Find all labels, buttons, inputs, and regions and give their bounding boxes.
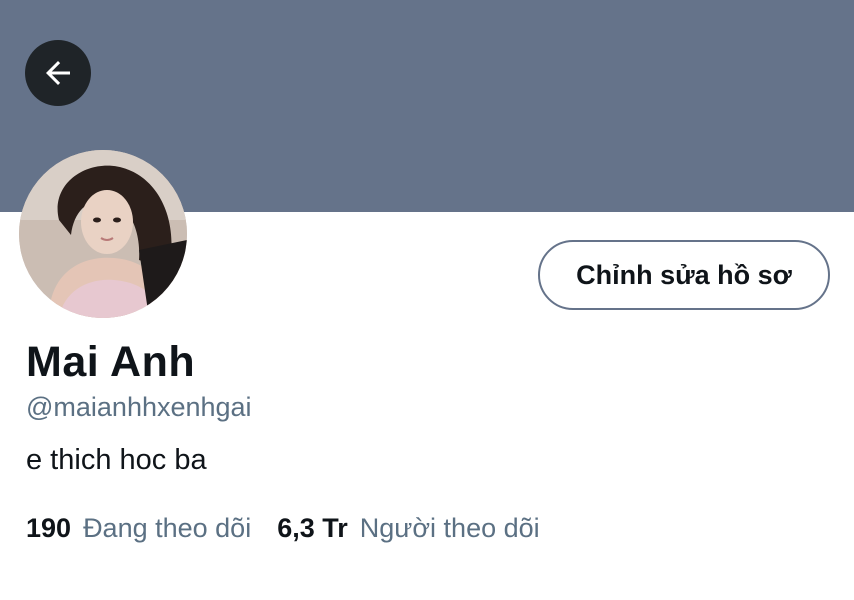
arrow-left-icon (46, 61, 70, 85)
profile-stats: 190 Đang theo dõi 6,3 Tr Người theo dõi (26, 513, 566, 544)
display-name: Mai Anh (26, 338, 196, 386)
username-handle: @maianhhxenhgai (26, 392, 252, 422)
following-stat[interactable]: 190 Đang theo dõi (26, 513, 251, 544)
avatar[interactable] (19, 150, 187, 318)
following-count: 190 (26, 513, 72, 543)
followers-label: Người theo dõi (359, 513, 540, 543)
edit-profile-button[interactable]: Chỉnh sửa hồ sơ (538, 240, 830, 310)
avatar-photo (19, 150, 187, 318)
back-button[interactable] (25, 40, 91, 106)
followers-count: 6,3 Tr (277, 513, 348, 543)
followers-stat[interactable]: 6,3 Tr Người theo dõi (277, 513, 539, 544)
following-label: Đang theo dõi (83, 513, 252, 543)
profile-bio: e thich hoc ba (26, 444, 207, 476)
